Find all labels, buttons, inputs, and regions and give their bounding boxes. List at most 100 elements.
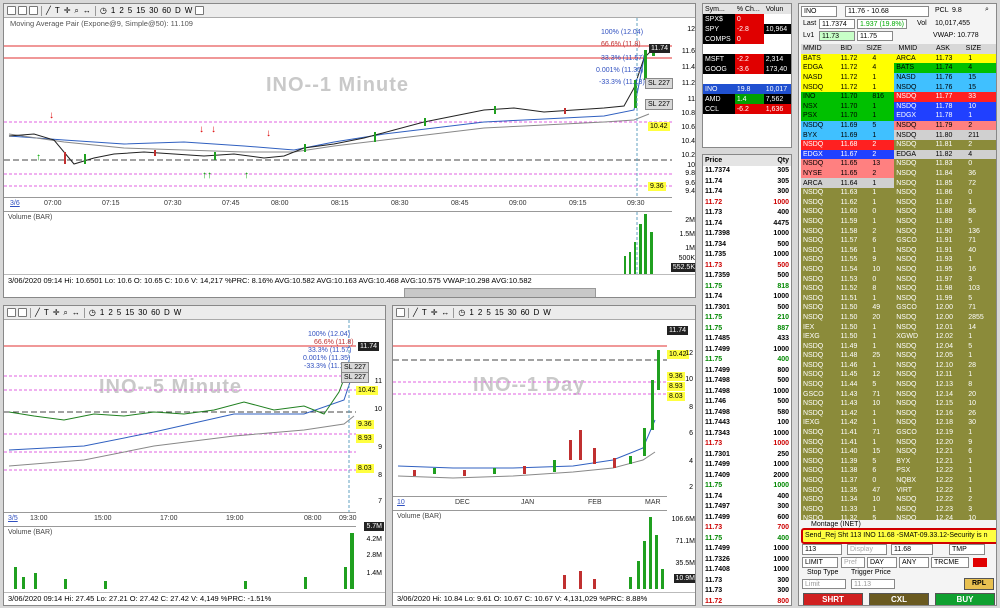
table-row[interactable]: NSDQ 11.44 5 NSDQ 12.13 8 — [801, 379, 996, 390]
route-select[interactable]: TMP — [949, 544, 985, 555]
tf-60[interactable]: 60 — [150, 308, 161, 317]
cancel-button[interactable]: CXL — [869, 593, 929, 605]
table-row[interactable]: 11.73 1000 — [703, 439, 791, 450]
table-row[interactable]: 11.7301 250 — [703, 449, 791, 460]
table-row[interactable] — [703, 74, 791, 84]
table-row[interactable]: IEXG 11.50 1 XGWD 12.02 1 — [801, 331, 996, 342]
table-row[interactable]: NSDQ 11.43 10 NSDQ 12.15 10 — [801, 398, 996, 409]
table-row[interactable]: 11.7498 1000 — [703, 386, 791, 397]
table-row[interactable]: 11.7359 500 — [703, 271, 791, 282]
table-row[interactable]: EDGX 11.67 2 EDGA 11.82 4 — [801, 149, 996, 160]
tf-week[interactable]: W — [173, 308, 183, 317]
crosshair-icon[interactable]: ✛ — [52, 308, 61, 317]
text-tool-icon[interactable]: T — [43, 308, 50, 317]
text-tool-icon[interactable]: T — [421, 308, 428, 317]
tf-1[interactable]: 1 — [468, 308, 474, 317]
settings-icon[interactable] — [195, 6, 205, 15]
table-row[interactable]: IEXG 11.42 1 NSDQ 12.18 30 — [801, 418, 996, 428]
table-row[interactable]: NYSE 11.65 2 NSDQ 11.84 36 — [801, 168, 996, 179]
table-row[interactable]: AMD 1.4 7,562 — [703, 94, 791, 104]
table-row[interactable]: NSDQ 11.33 1 NSDQ 12.23 3 — [801, 504, 996, 515]
zoom-icon[interactable]: ⌕ — [73, 6, 79, 16]
table-row[interactable]: MSFT -2.2 2,314 — [703, 54, 791, 64]
table-row[interactable]: NSDQ 11.48 25 NSDQ 12.05 1 — [801, 351, 996, 361]
table-row[interactable]: 11.74 4475 — [703, 218, 791, 229]
col-price[interactable]: Price — [703, 155, 754, 166]
display-input[interactable]: Display — [847, 544, 887, 555]
search-icon[interactable]: ⌕ — [985, 6, 989, 14]
clock-icon[interactable]: ◷ — [99, 6, 108, 15]
save-icon[interactable] — [7, 308, 16, 317]
table-row[interactable]: NSDQ 11.57 6 GSCO 11.91 71 — [801, 235, 996, 246]
col-bid[interactable]: BID — [838, 44, 864, 54]
price-chart-5min[interactable] — [4, 320, 356, 512]
table-row[interactable] — [703, 44, 791, 54]
table-row[interactable]: NSDQ 11.35 47 VIRT 12.22 1 — [801, 485, 996, 495]
table-row[interactable]: 11.73 300 — [703, 575, 791, 586]
table-row[interactable]: NSDQ 11.50 20 NSDQ 12.00 2855 — [801, 312, 996, 323]
table-row[interactable]: PSX 11.70 1 EDGX 11.78 1 — [801, 111, 996, 121]
table-row[interactable]: 11.74 305 — [703, 176, 791, 187]
tf-2[interactable]: 2 — [477, 308, 483, 317]
crosshair-icon[interactable]: ✛ — [63, 6, 72, 15]
table-row[interactable]: NSDQ 11.65 13 NSDQ 11.83 0 — [801, 159, 996, 169]
arrow-icon[interactable]: ↔ — [71, 308, 81, 317]
tf-2[interactable]: 2 — [118, 6, 124, 15]
crosshair-icon[interactable]: ✛ — [430, 308, 439, 317]
table-row[interactable]: 11.7499 1000 — [703, 460, 791, 471]
arrow-icon[interactable]: ↔ — [82, 6, 92, 15]
table-row[interactable]: IEX 11.50 1 NSDQ 12.01 14 — [801, 322, 996, 332]
col-bid-size[interactable]: SIZE — [864, 44, 896, 54]
col-ask-size[interactable]: SIZE — [964, 44, 996, 54]
table-row[interactable]: 11.7498 580 — [703, 407, 791, 418]
tf-day[interactable]: D — [532, 308, 540, 317]
table-row[interactable]: CCL -6.2 1,636 — [703, 104, 791, 114]
table-row[interactable]: ARCA 11.64 1 NSDQ 11.85 72 — [801, 178, 996, 188]
table-row[interactable]: 11.7408 1000 — [703, 565, 791, 576]
table-row[interactable]: NSX 11.70 1 NSDQ 11.78 10 — [801, 101, 996, 112]
quantity-input[interactable]: 113 — [802, 544, 842, 555]
col-qty[interactable]: Qty — [754, 155, 791, 166]
table-row[interactable]: 11.75 818 — [703, 281, 791, 292]
table-row[interactable]: 11.73 400 — [703, 208, 791, 219]
tf-15[interactable]: 15 — [494, 308, 505, 317]
price-chart-1min[interactable]: ↓ ↓ ↓ ↓ ↑ ↑↑ ↑ — [4, 18, 672, 196]
table-row[interactable]: NSDQ 11.50 49 GSCO 12.00 71 — [801, 303, 996, 313]
table-row[interactable]: EDGA 11.72 4 BATS 11.74 4 — [801, 63, 996, 73]
col-bid-mmid[interactable]: MMID — [801, 44, 838, 54]
price-input[interactable]: 11.68 — [891, 544, 933, 555]
table-row[interactable]: 11.7374 305 — [703, 166, 791, 177]
sl-tag-1[interactable]: SL 227 — [645, 78, 673, 89]
table-row[interactable]: 11.7499 800 — [703, 365, 791, 376]
sl-tag-2[interactable]: SL 227 — [645, 99, 673, 110]
table-row[interactable]: NSDQ 11.34 10 NSDQ 12.22 2 — [801, 494, 996, 505]
table-row[interactable]: 11.74 400 — [703, 491, 791, 502]
table-row[interactable]: 11.7499 600 — [703, 512, 791, 523]
table-row[interactable]: 11.746 500 — [703, 397, 791, 408]
table-row[interactable]: NSDQ 11.58 2 NSDQ 11.90 136 — [801, 226, 996, 236]
tif-select[interactable]: DAY — [867, 557, 897, 568]
table-row[interactable]: SPY -2.8 10,964 — [703, 24, 791, 34]
table-row[interactable]: NSDQ 11.68 2 NSDQ 11.81 2 — [801, 139, 996, 150]
print-icon[interactable] — [29, 6, 38, 15]
table-row[interactable]: GOOG -3.6 173,40 — [703, 64, 791, 74]
table-row[interactable]: NSDQ 11.69 5 NSDQ 11.79 2 — [801, 120, 996, 131]
table-row[interactable]: 11.75 1000 — [703, 481, 791, 492]
rpl-button[interactable]: RPL — [964, 578, 994, 590]
table-row[interactable]: NSDQ 11.46 1 NSDQ 12.10 28 — [801, 360, 996, 371]
table-row[interactable]: NSDQ 11.45 12 NSDQ 12.11 1 — [801, 370, 996, 380]
table-row[interactable]: NASD 11.72 1 NASD 11.76 15 — [801, 72, 996, 83]
arrow-icon[interactable]: ↔ — [440, 308, 450, 317]
table-row[interactable]: NSDQ 11.60 0 NSDQ 11.88 86 — [801, 207, 996, 217]
table-row[interactable]: NSDQ 11.59 1 NSDQ 11.89 5 — [801, 216, 996, 227]
table-row[interactable]: NSDQ 11.37 0 NQBX 12.22 1 — [801, 475, 996, 486]
table-row[interactable]: 11.74 1000 — [703, 292, 791, 303]
table-row[interactable]: 11.7498 500 — [703, 376, 791, 387]
zoom-icon[interactable]: ⌕ — [62, 308, 68, 318]
col-ask-mmid[interactable]: MMID — [897, 44, 934, 54]
tf-5[interactable]: 5 — [116, 308, 122, 317]
col-symbol[interactable]: Sym... — [703, 4, 735, 14]
tf-30[interactable]: 30 — [507, 308, 518, 317]
table-row[interactable]: NSDQ 11.41 71 GSCO 12.19 1 — [801, 427, 996, 438]
clock-icon[interactable]: ◷ — [457, 308, 466, 317]
